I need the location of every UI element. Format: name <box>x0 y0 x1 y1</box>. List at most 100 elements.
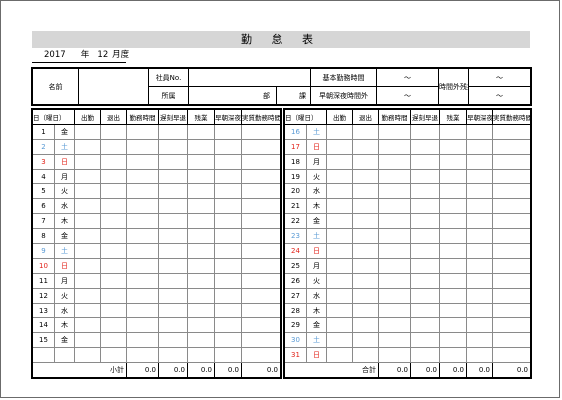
basic-hours-field[interactable]: ～ <box>376 68 440 87</box>
work-hours-cell[interactable] <box>126 243 159 259</box>
actual-hours-cell[interactable] <box>492 287 531 304</box>
out-time-cell[interactable] <box>100 198 127 215</box>
out-time-cell[interactable] <box>352 347 379 364</box>
overtime-cell[interactable] <box>439 198 467 215</box>
late-early-cell[interactable] <box>158 138 188 155</box>
work-hours-cell[interactable] <box>378 138 411 155</box>
late-early-cell[interactable] <box>158 302 188 319</box>
out-time-cell[interactable] <box>352 123 379 140</box>
work-hours-cell[interactable] <box>378 153 411 170</box>
in-time-cell[interactable] <box>326 213 353 230</box>
late-early-cell[interactable] <box>158 183 188 200</box>
work-hours-cell[interactable] <box>378 213 411 230</box>
overtime-field-1[interactable]: ～ <box>468 68 532 87</box>
work-hours-cell[interactable] <box>378 317 411 334</box>
in-time-cell[interactable] <box>74 183 101 200</box>
out-time-cell[interactable] <box>100 257 127 274</box>
early-late-night-cell[interactable] <box>466 213 493 230</box>
overtime-cell[interactable] <box>439 332 467 349</box>
early-late-night-cell[interactable] <box>214 183 242 200</box>
overtime-cell[interactable] <box>187 198 215 215</box>
actual-hours-cell[interactable] <box>241 243 281 259</box>
overtime-cell[interactable] <box>187 332 215 349</box>
work-hours-cell[interactable] <box>378 228 411 245</box>
work-hours-cell[interactable] <box>126 123 159 140</box>
early-late-field[interactable]: ～ <box>376 86 440 105</box>
work-hours-cell[interactable] <box>378 123 411 140</box>
overtime-cell[interactable] <box>187 317 215 334</box>
in-time-cell[interactable] <box>74 153 101 170</box>
actual-hours-cell[interactable] <box>241 213 281 230</box>
actual-hours-cell[interactable] <box>492 332 531 349</box>
in-time-cell[interactable] <box>326 332 353 349</box>
early-late-night-cell[interactable] <box>466 123 493 140</box>
early-late-night-cell[interactable] <box>466 198 493 215</box>
actual-hours-cell[interactable] <box>241 198 281 215</box>
in-time-cell[interactable] <box>74 228 101 245</box>
early-late-night-cell[interactable] <box>466 138 493 155</box>
late-early-cell[interactable] <box>410 168 440 185</box>
work-hours-cell[interactable] <box>378 272 411 289</box>
late-early-cell[interactable] <box>158 257 188 274</box>
work-hours-cell[interactable] <box>126 228 159 245</box>
work-hours-cell[interactable] <box>378 198 411 215</box>
actual-hours-cell[interactable] <box>241 153 281 170</box>
out-time-cell[interactable] <box>352 168 379 185</box>
work-hours-cell[interactable] <box>126 257 159 274</box>
in-time-cell[interactable] <box>326 198 353 215</box>
early-late-night-cell[interactable] <box>214 228 242 245</box>
late-early-cell[interactable] <box>410 183 440 200</box>
early-late-night-cell[interactable] <box>214 243 242 259</box>
early-late-night-cell[interactable] <box>214 332 242 349</box>
early-late-night-cell[interactable] <box>466 228 493 245</box>
actual-hours-cell[interactable] <box>241 228 281 245</box>
in-time-cell[interactable] <box>74 168 101 185</box>
name-field[interactable] <box>78 68 149 105</box>
actual-hours-cell[interactable] <box>241 317 281 334</box>
employee-no-field[interactable] <box>187 68 312 87</box>
out-time-cell[interactable] <box>352 243 379 259</box>
early-late-night-cell[interactable] <box>214 317 242 334</box>
in-time-cell[interactable] <box>326 228 353 245</box>
overtime-cell[interactable] <box>439 317 467 334</box>
late-early-cell[interactable] <box>410 332 440 349</box>
work-hours-cell[interactable] <box>378 302 411 319</box>
overtime-cell[interactable] <box>187 302 215 319</box>
in-time-cell[interactable] <box>74 243 101 259</box>
early-late-night-cell[interactable] <box>214 287 242 304</box>
overtime-cell[interactable] <box>439 257 467 274</box>
late-early-cell[interactable] <box>410 153 440 170</box>
overtime-cell[interactable] <box>439 168 467 185</box>
out-time-cell[interactable] <box>100 153 127 170</box>
in-time-cell[interactable] <box>74 332 101 349</box>
actual-hours-cell[interactable] <box>492 243 531 259</box>
work-hours-cell[interactable] <box>126 332 159 349</box>
late-early-cell[interactable] <box>158 287 188 304</box>
work-hours-cell[interactable] <box>378 287 411 304</box>
work-hours-cell[interactable] <box>126 183 159 200</box>
in-time-cell[interactable] <box>326 272 353 289</box>
out-time-cell[interactable] <box>352 213 379 230</box>
late-early-cell[interactable] <box>410 198 440 215</box>
early-late-night-cell[interactable] <box>214 153 242 170</box>
blank-cell[interactable] <box>158 347 188 364</box>
late-early-cell[interactable] <box>410 347 440 364</box>
early-late-night-cell[interactable] <box>214 123 242 140</box>
period-month[interactable]: 12 <box>97 49 109 62</box>
work-hours-cell[interactable] <box>126 153 159 170</box>
work-hours-cell[interactable] <box>126 168 159 185</box>
work-hours-cell[interactable] <box>378 168 411 185</box>
overtime-cell[interactable] <box>439 243 467 259</box>
early-late-night-cell[interactable] <box>466 347 493 364</box>
out-time-cell[interactable] <box>100 317 127 334</box>
early-late-night-cell[interactable] <box>214 198 242 215</box>
in-time-cell[interactable] <box>326 302 353 319</box>
out-time-cell[interactable] <box>352 183 379 200</box>
late-early-cell[interactable] <box>158 123 188 140</box>
overtime-cell[interactable] <box>439 123 467 140</box>
overtime-cell[interactable] <box>439 272 467 289</box>
in-time-cell[interactable] <box>326 153 353 170</box>
out-time-cell[interactable] <box>100 213 127 230</box>
out-time-cell[interactable] <box>352 257 379 274</box>
early-late-night-cell[interactable] <box>466 287 493 304</box>
